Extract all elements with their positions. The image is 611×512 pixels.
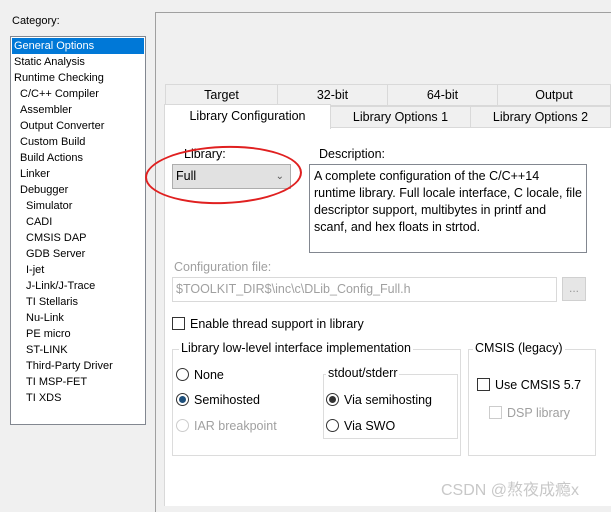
- category-list[interactable]: General Options Static Analysis Runtime Ch…: [10, 36, 146, 425]
- category-item[interactable]: Output Converter: [12, 118, 144, 134]
- tab-library-options-2[interactable]: Library Options 2: [470, 106, 611, 128]
- description-label: Description:: [319, 147, 385, 161]
- radio-icon: [326, 419, 339, 432]
- category-item[interactable]: Simulator: [12, 198, 144, 214]
- radio-iar-breakpoint-label: IAR breakpoint: [194, 419, 277, 433]
- radio-semihosted-label: Semihosted: [194, 393, 261, 407]
- lowlevel-title: Library low-level interface implementati…: [179, 341, 413, 355]
- watermark: CSDN @熬夜成瘾x: [441, 482, 580, 499]
- category-item[interactable]: CADI: [12, 214, 144, 230]
- radio-icon: [176, 368, 189, 381]
- category-item[interactable]: Static Analysis: [12, 54, 144, 70]
- browse-button: ...: [562, 277, 586, 301]
- category-label: Category:: [12, 15, 60, 27]
- category-item[interactable]: TI Stellaris: [12, 294, 144, 310]
- radio-semihosted[interactable]: Semihosted: [176, 393, 260, 407]
- tab-library-configuration[interactable]: Library Configuration: [164, 104, 331, 129]
- radio-via-swo-label: Via SWO: [344, 419, 396, 433]
- cmsis-title: CMSIS (legacy): [473, 341, 565, 355]
- config-file-label: Configuration file:: [174, 260, 272, 274]
- radio-via-swo[interactable]: Via SWO: [326, 419, 395, 433]
- dsp-library-label: DSP library: [507, 406, 570, 420]
- description-box: A complete configuration of the C/C++14 …: [309, 164, 587, 253]
- checkbox-icon: [172, 317, 185, 330]
- category-item[interactable]: I-jet: [12, 262, 144, 278]
- tab-library-options-1[interactable]: Library Options 1: [330, 106, 471, 128]
- use-cmsis-checkbox[interactable]: Use CMSIS 5.7: [477, 378, 581, 392]
- category-item[interactable]: Runtime Checking: [12, 70, 144, 86]
- category-item[interactable]: TI XDS: [12, 390, 144, 406]
- category-item[interactable]: PE micro: [12, 326, 144, 342]
- tab-32-bit[interactable]: 32-bit: [277, 84, 388, 106]
- category-item[interactable]: ST-LINK: [12, 342, 144, 358]
- category-item[interactable]: Debugger: [12, 182, 144, 198]
- radio-via-semihosting-label: Via semihosting: [344, 393, 433, 407]
- radio-selected-icon: [176, 393, 189, 406]
- category-item[interactable]: Linker: [12, 166, 144, 182]
- tab-output[interactable]: Output: [497, 84, 611, 106]
- radio-iar-breakpoint: IAR breakpoint: [176, 419, 277, 433]
- category-item[interactable]: GDB Server: [12, 246, 144, 262]
- dsp-library-checkbox: DSP library: [489, 406, 570, 420]
- category-item[interactable]: CMSIS DAP: [12, 230, 144, 246]
- category-item[interactable]: Build Actions: [12, 150, 144, 166]
- category-item[interactable]: Nu-Link: [12, 310, 144, 326]
- radio-none-label: None: [194, 368, 224, 382]
- category-item[interactable]: J-Link/J-Trace: [12, 278, 144, 294]
- cmsis-group: CMSIS (legacy): [468, 341, 596, 456]
- radio-via-semihosting[interactable]: Via semihosting: [326, 393, 432, 407]
- category-item[interactable]: General Options: [12, 38, 144, 54]
- use-cmsis-label: Use CMSIS 5.7: [495, 378, 582, 392]
- category-item[interactable]: Third-Party Driver: [12, 358, 144, 374]
- thread-support-label: Enable thread support in library: [190, 317, 364, 331]
- stdout-title: stdout/stderr: [326, 366, 400, 380]
- thread-support-checkbox[interactable]: Enable thread support in library: [172, 317, 364, 331]
- category-item[interactable]: TI MSP-FET: [12, 374, 144, 390]
- radio-icon: [176, 419, 189, 432]
- checkbox-icon: [489, 406, 502, 419]
- config-file-input: $TOOLKIT_DIR$\inc\c\DLib_Config_Full.h: [172, 277, 557, 302]
- tab-target[interactable]: Target: [165, 84, 278, 106]
- radio-none[interactable]: None: [176, 368, 224, 382]
- category-item[interactable]: Custom Build: [12, 134, 144, 150]
- checkbox-icon: [477, 378, 490, 391]
- category-item[interactable]: C/C++ Compiler: [12, 86, 144, 102]
- category-item[interactable]: Assembler: [12, 102, 144, 118]
- tab-64-bit[interactable]: 64-bit: [387, 84, 498, 106]
- radio-selected-icon: [326, 393, 339, 406]
